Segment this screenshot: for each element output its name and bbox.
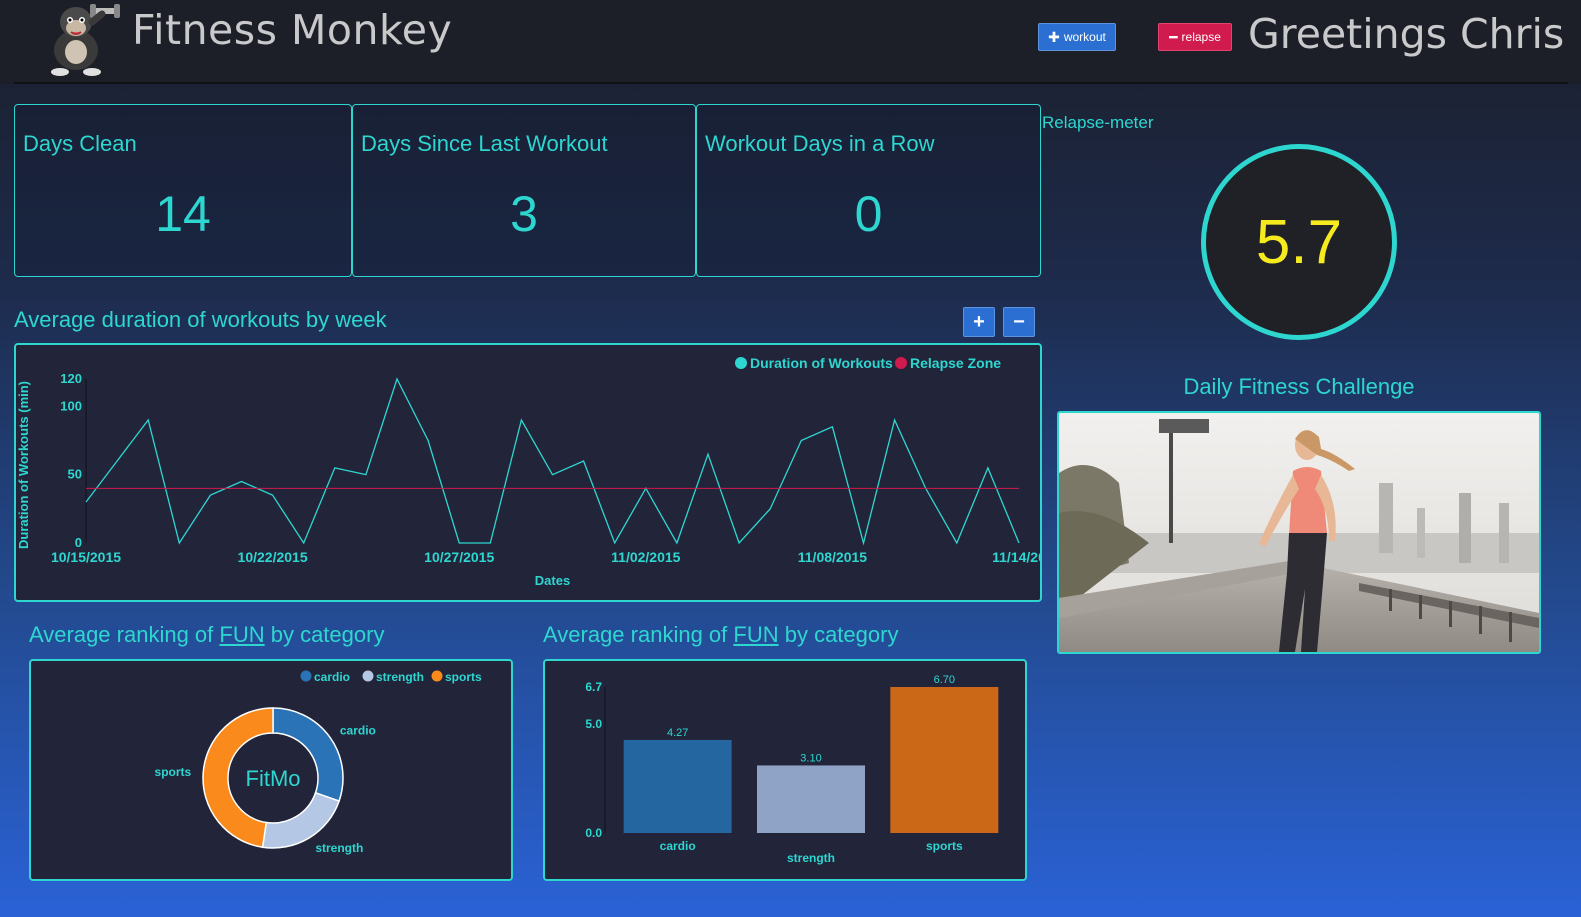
fun-link[interactable]: FUN [219,622,264,647]
y-tick-label: 6.7 [585,680,602,694]
stat-value: 14 [155,186,211,242]
legend-swatch [300,670,312,682]
donut-center-label: FitMo [246,766,301,791]
donut-slice-strength [261,791,341,849]
stat-value: 0 [854,186,883,242]
slice-label: strength [315,841,363,855]
title-prefix: Average ranking of [543,622,734,647]
line-chart-panel: 0 50 100 120 10/15/2015 10/22/2015 10/27/2015 1… [14,343,1046,602]
pie-chart-title: Average ranking of FUN by category [29,622,384,648]
y-tick-label: 120 [60,371,82,386]
app-title: Fitness Monkey [132,6,453,54]
bar-chart-panel: 0.0 5.0 6.7 4.27 cardio 3.10 strength 6.70 sport… [543,659,1027,881]
woman-running-photo-icon [1059,413,1539,652]
plus-icon: + [973,310,985,333]
zoom-in-button[interactable]: + [963,307,995,337]
stat-label: Workout Days in a Row [705,131,935,156]
bar-sports [890,687,999,833]
x-tick-label: 10/22/2015 [238,549,308,565]
x-tick-label: 11/14/20 [992,549,1040,565]
stat-value: 3 [510,186,538,242]
x-tick-label: 10/15/2015 [51,549,121,565]
fun-ranking-bar-chart: 0.0 5.0 6.7 4.27 cardio 3.10 strength 6.70 sport… [585,674,999,865]
plus-icon: ✚ [1048,28,1060,45]
x-tick-label: sports [926,839,963,853]
bar-cardio [623,739,732,833]
x-tick-label: cardio [660,839,696,853]
bar-value-label: 3.10 [800,752,821,764]
stat-card-days-since-workout: Days Since Last Workout 3 [352,104,696,277]
y-tick-label: 5.0 [585,717,602,731]
gorilla-logo-icon[interactable] [34,2,126,76]
x-tick-label: 11/02/2015 [611,549,681,565]
x-tick-label: strength [787,851,835,865]
x-tick-label: 10/27/2015 [424,549,494,565]
legend-label: cardio [314,670,350,684]
header-divider [14,82,1568,84]
relapse-meter-value: 5.7 [1255,207,1343,277]
slice-label: sports [155,765,192,779]
x-tick-label: 11/08/2015 [798,549,868,565]
legend-swatch [735,357,747,369]
y-axis-label: Duration of Workouts (min) [16,381,31,549]
minus-icon: ━ [1169,28,1178,45]
fun-link[interactable]: FUN [733,622,778,647]
add-workout-button[interactable]: ✚ workout [1038,23,1116,51]
legend-label: strength [376,670,424,684]
stat-label: Days Since Last Workout [361,131,608,156]
slice-label: cardio [340,724,376,738]
bar-strength [757,765,865,833]
daily-challenge-title: Daily Fitness Challenge [1183,374,1415,399]
legend-swatch [362,670,374,682]
y-tick-label: 0.0 [585,826,602,840]
legend-swatch [895,357,907,369]
y-tick-label: 100 [60,398,82,413]
title-prefix: Average ranking of [29,622,220,647]
workout-duration-line-chart: 0 50 100 120 10/15/2015 10/22/2015 10/27/2015 1… [16,355,1046,588]
bar-value-label: 4.27 [667,727,688,739]
relapse-meter-label: Relapse-meter [1042,113,1154,132]
stat-card-workout-streak: Workout Days in a Row 0 [696,104,1041,277]
stat-card-days-clean: Days Clean 14 [14,104,352,277]
legend-swatch [431,670,443,682]
series-line-duration [85,377,1020,546]
daily-challenge-image[interactable] [1057,411,1541,654]
user-greeting: Greetings Chris [1248,10,1565,58]
y-tick-label: 0 [75,535,82,550]
add-relapse-button[interactable]: ━ relapse [1158,23,1232,51]
line-chart-title: Average duration of workouts by week [14,307,387,332]
relapse-meter-gauge: 5.7 [1201,144,1397,340]
y-tick-label: 50 [68,467,82,482]
legend-label: Relapse Zone [910,355,1001,371]
minus-icon: − [1013,310,1025,333]
zoom-out-button[interactable]: − [1003,307,1035,337]
legend-label: Duration of Workouts [750,355,893,371]
bar-value-label: 6.70 [934,674,955,686]
title-suffix: by category [264,622,385,647]
title-suffix: by category [778,622,899,647]
legend-label: sports [445,670,482,684]
pie-chart-panel: cardio strength sports FitMo cardio strength s… [29,659,513,881]
x-axis-label: Dates [535,573,570,588]
bar-chart-title: Average ranking of FUN by category [543,622,898,648]
relapse-button-label: relapse [1181,30,1221,44]
stat-label: Days Clean [23,131,137,156]
workout-button-label: workout [1063,30,1106,44]
fun-ranking-donut-chart: cardio strength sports FitMo cardio strength s… [155,670,482,855]
